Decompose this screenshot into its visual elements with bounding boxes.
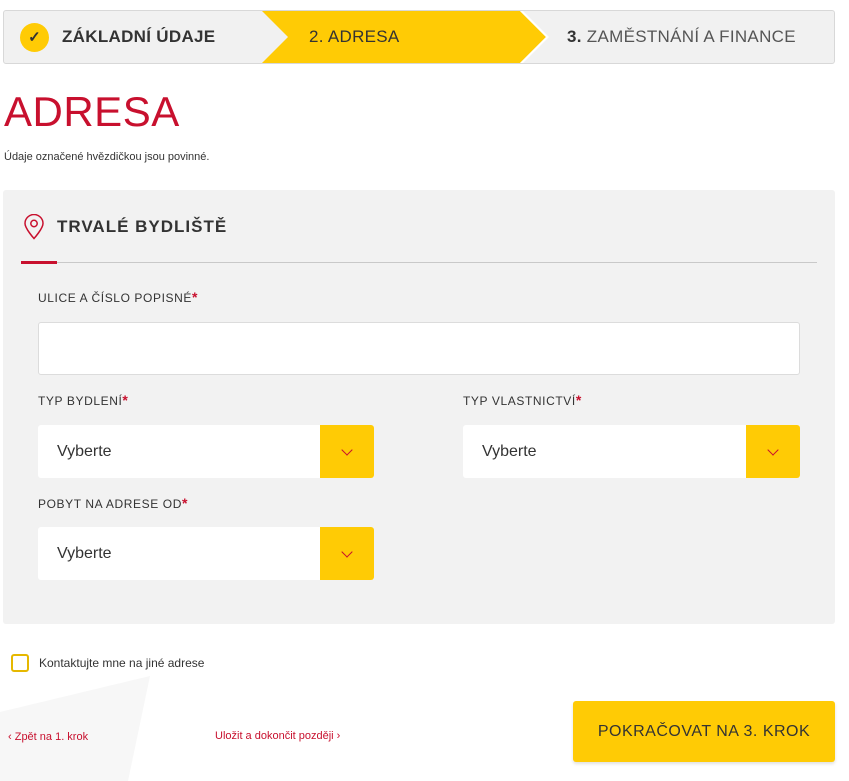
- street-label: ULICE A ČÍSLO POPISNÉ*: [38, 289, 198, 305]
- contact-other-address-label[interactable]: Kontaktujte mne na jiné adrese: [39, 656, 204, 670]
- step-address: 2. ADRESA: [309, 11, 400, 63]
- step-basic-info-label: ZÁKLADNÍ ÚDAJE: [62, 27, 216, 46]
- continue-to-step-3-button[interactable]: POKRAČOVAT NA 3. KROK: [573, 701, 835, 762]
- page-title: ADRESA: [4, 88, 180, 135]
- check-icon: ✓: [20, 22, 49, 52]
- step-employment: 3. ZAMĚSTNÁNÍ A FINANCE: [567, 11, 796, 63]
- stay-since-value: Vyberte: [57, 544, 112, 562]
- stay-since-select[interactable]: Vyberte: [38, 527, 374, 580]
- ownership-type-value: Vyberte: [482, 442, 537, 460]
- housing-type-dropdown-button[interactable]: [320, 425, 374, 478]
- chevron-down-icon: [341, 443, 353, 456]
- street-label-text: ULICE A ČÍSLO POPISNÉ: [38, 291, 192, 305]
- ownership-type-dropdown-button[interactable]: [746, 425, 800, 478]
- housing-type-value: Vyberte: [57, 442, 112, 460]
- ownership-type-label-text: TYP VLASTNICTVÍ: [463, 394, 576, 408]
- section-header: TRVALÉ BYDLIŠTĚ: [23, 214, 227, 240]
- required-note: Údaje označené hvězdičkou jsou povinné.: [4, 151, 210, 163]
- location-pin-icon: [24, 214, 44, 240]
- section-title: TRVALÉ BYDLIŠTĚ: [57, 217, 228, 236]
- progress-stepper: ✓ ZÁKLADNÍ ÚDAJE 2. ADRESA 3. ZAMĚSTNÁNÍ…: [3, 10, 835, 64]
- stay-since-label-text: POBYT NA ADRESE OD: [38, 497, 182, 511]
- required-mark: *: [122, 392, 129, 408]
- stay-since-dropdown-button[interactable]: [320, 527, 374, 580]
- ownership-type-label: TYP VLASTNICTVÍ*: [463, 392, 582, 408]
- permanent-address-panel: TRVALÉ BYDLIŠTĚ ULICE A ČÍSLO POPISNÉ* T…: [3, 190, 835, 624]
- back-to-step-1-link[interactable]: ‹ Zpět na 1. krok: [8, 731, 88, 743]
- contact-other-address-checkbox[interactable]: [11, 654, 29, 672]
- street-input[interactable]: [38, 322, 800, 375]
- section-divider: [21, 262, 817, 263]
- ownership-type-select[interactable]: Vyberte: [463, 425, 800, 478]
- section-divider-accent: [21, 261, 57, 264]
- stay-since-label: POBYT NA ADRESE OD*: [38, 495, 188, 511]
- housing-type-label-text: TYP BYDLENÍ: [38, 394, 123, 408]
- save-and-finish-later-link[interactable]: Uložit a dokončit později ›: [215, 730, 340, 742]
- step-employment-label: ZAMĚSTNÁNÍ A FINANCE: [586, 27, 796, 46]
- housing-type-label: TYP BYDLENÍ*: [38, 392, 128, 408]
- housing-type-select[interactable]: Vyberte: [38, 425, 374, 478]
- step-address-label: 2. ADRESA: [309, 27, 400, 46]
- chevron-down-icon: [767, 443, 779, 456]
- required-mark: *: [192, 289, 199, 305]
- required-mark: *: [575, 392, 582, 408]
- required-mark: *: [181, 495, 189, 511]
- decorative-background-shape: [0, 676, 150, 781]
- step-basic-info[interactable]: ✓ ZÁKLADNÍ ÚDAJE: [20, 11, 215, 63]
- chevron-down-icon: [341, 545, 353, 558]
- step-employment-number: 3.: [567, 27, 582, 46]
